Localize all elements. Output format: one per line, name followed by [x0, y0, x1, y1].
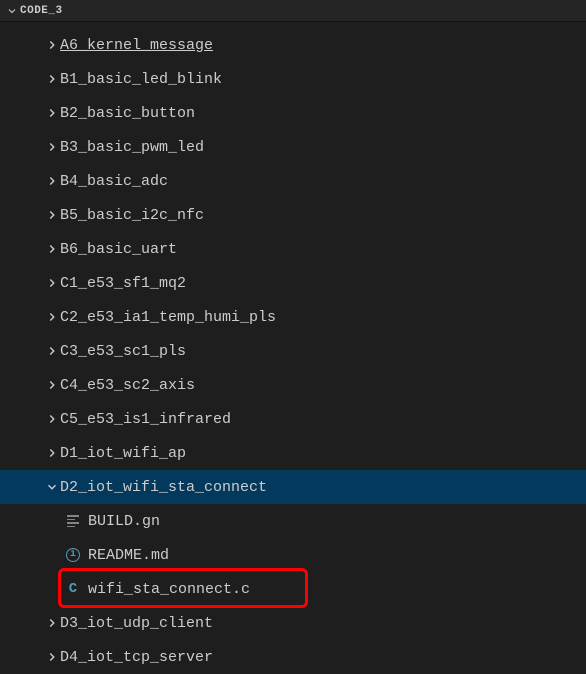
folder-row[interactable]: D4_iot_tcp_server [0, 640, 586, 674]
chevron-right-icon[interactable] [44, 615, 60, 631]
folder-row[interactable]: C2_e53_ia1_temp_humi_pls [0, 300, 586, 334]
project-title: CODE_3 [20, 5, 63, 17]
chevron-down-icon [4, 3, 20, 19]
folder-row[interactable]: C1_e53_sf1_mq2 [0, 266, 586, 300]
file-label: wifi_sta_connect.c [88, 581, 250, 598]
chevron-right-icon[interactable] [44, 105, 60, 121]
folder-label: C3_e53_sc1_pls [60, 343, 186, 360]
folder-label: B3_basic_pwm_led [60, 139, 204, 156]
folder-row[interactable]: B4_basic_adc [0, 164, 586, 198]
chevron-right-icon[interactable] [44, 275, 60, 291]
folder-row[interactable]: D3_iot_udp_client [0, 606, 586, 640]
folder-label: D4_iot_tcp_server [60, 649, 213, 666]
folder-label: D1_iot_wifi_ap [60, 445, 186, 462]
folder-row[interactable]: D2_iot_wifi_sta_connect [0, 470, 586, 504]
folder-label: C5_e53_is1_infrared [60, 411, 231, 428]
folder-row[interactable]: B6_basic_uart [0, 232, 586, 266]
file-row[interactable]: BUILD.gn [0, 504, 586, 538]
folder-label: B4_basic_adc [60, 173, 168, 190]
chevron-right-icon[interactable] [44, 411, 60, 427]
file-row[interactable]: Cwifi_sta_connect.c [0, 572, 586, 606]
folder-row[interactable]: C4_e53_sc2_axis [0, 368, 586, 402]
folder-label: C2_e53_ia1_temp_humi_pls [60, 309, 276, 326]
chevron-right-icon[interactable] [44, 309, 60, 325]
chevron-right-icon[interactable] [44, 139, 60, 155]
chevron-right-icon[interactable] [44, 37, 60, 53]
folder-label: B1_basic_led_blink [60, 71, 222, 88]
chevron-right-icon[interactable] [44, 71, 60, 87]
info-icon: i [64, 546, 82, 564]
chevron-right-icon[interactable] [44, 377, 60, 393]
chevron-right-icon[interactable] [44, 173, 60, 189]
folder-label: D3_iot_udp_client [60, 615, 213, 632]
explorer-header[interactable]: CODE_3 [0, 0, 586, 22]
chevron-right-icon[interactable] [44, 649, 60, 665]
file-label: BUILD.gn [88, 513, 160, 530]
folder-label: A6_kernel_message [60, 37, 213, 54]
text-file-icon [64, 512, 82, 530]
chevron-right-icon[interactable] [44, 445, 60, 461]
chevron-right-icon[interactable] [44, 207, 60, 223]
folder-row[interactable]: A6_kernel_message [0, 28, 586, 62]
explorer-panel: CODE_3 A6_kernel_message B1_basic_led_bli… [0, 0, 586, 674]
chevron-right-icon[interactable] [44, 241, 60, 257]
folder-label: D2_iot_wifi_sta_connect [60, 479, 267, 496]
folder-label: C1_e53_sf1_mq2 [60, 275, 186, 292]
folder-label: B6_basic_uart [60, 241, 177, 258]
folder-row[interactable]: C3_e53_sc1_pls [0, 334, 586, 368]
folder-row[interactable]: B5_basic_i2c_nfc [0, 198, 586, 232]
file-row[interactable]: i README.md [0, 538, 586, 572]
folder-row[interactable]: B3_basic_pwm_led [0, 130, 586, 164]
folder-label: B5_basic_i2c_nfc [60, 207, 204, 224]
folder-row[interactable]: D1_iot_wifi_ap [0, 436, 586, 470]
folder-label: C4_e53_sc2_axis [60, 377, 195, 394]
chevron-right-icon[interactable] [44, 343, 60, 359]
folder-row[interactable]: B2_basic_button [0, 96, 586, 130]
c-file-icon: C [64, 580, 82, 598]
folder-row[interactable]: C5_e53_is1_infrared [0, 402, 586, 436]
chevron-down-icon[interactable] [44, 479, 60, 495]
folder-row[interactable]: B1_basic_led_blink [0, 62, 586, 96]
file-tree: A6_kernel_message B1_basic_led_blink B2_ba… [0, 22, 586, 674]
folder-label: B2_basic_button [60, 105, 195, 122]
file-label: README.md [88, 547, 169, 564]
